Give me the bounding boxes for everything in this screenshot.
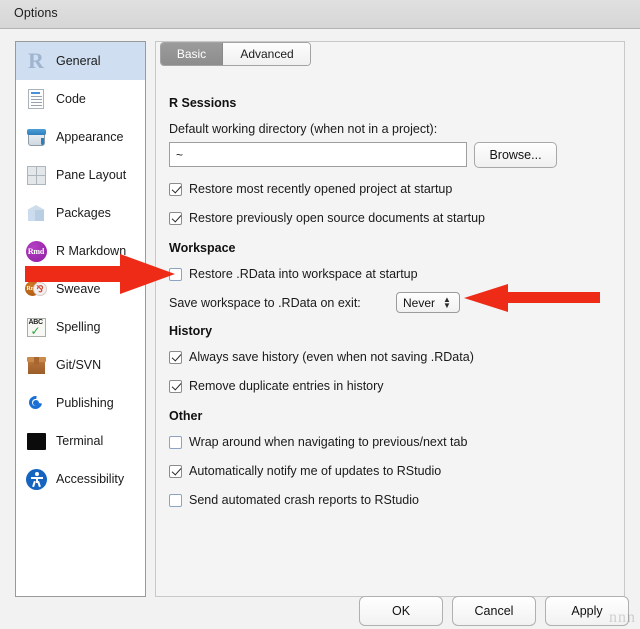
checkbox-row-always-save-history[interactable]: Always save history (even when not savin… xyxy=(169,350,474,364)
checkbox-label: Restore previously open source documents… xyxy=(189,211,485,225)
checkbox-row-restore-source-docs[interactable]: Restore previously open source documents… xyxy=(169,211,485,225)
sidebar-item-label: Appearance xyxy=(56,130,124,144)
watermark: nnn xyxy=(609,609,636,626)
sidebar-item-label: Pane Layout xyxy=(56,168,127,182)
working-directory-input[interactable] xyxy=(169,142,467,167)
accessibility-icon xyxy=(25,468,47,490)
checkbox-row-restore-project[interactable]: Restore most recently opened project at … xyxy=(169,182,452,196)
tab-basic[interactable]: Basic xyxy=(161,43,223,65)
checkbox-label: Wrap around when navigating to previous/… xyxy=(189,435,468,449)
sidebar-item-publishing[interactable]: Publishing xyxy=(16,384,145,422)
restore-recent-project-checkbox[interactable] xyxy=(169,182,182,196)
ok-button[interactable]: OK xyxy=(359,596,443,626)
sidebar-item-code[interactable]: Code xyxy=(16,80,145,118)
cancel-button[interactable]: Cancel xyxy=(452,596,536,626)
checkbox-label: Remove duplicate entries in history xyxy=(189,379,384,393)
sidebar-item-terminal[interactable]: Terminal xyxy=(16,422,145,460)
sidebar-item-label: General xyxy=(56,54,101,68)
sidebar-item-accessibility[interactable]: Accessibility xyxy=(16,460,145,498)
options-dialog-body: R General Code Appearance Pane Layout Pa… xyxy=(0,29,640,629)
sidebar-item-label: Terminal xyxy=(56,434,104,448)
sidebar-item-git-svn[interactable]: Git/SVN xyxy=(16,346,145,384)
checkbox-row-remove-duplicate-history[interactable]: Remove duplicate entries in history xyxy=(169,379,384,393)
rmd-badge-icon: Rmd xyxy=(25,240,47,262)
checkbox-row-crash-reports[interactable]: Send automated crash reports to RStudio xyxy=(169,493,419,507)
sidebar-item-label: Git/SVN xyxy=(56,358,102,372)
checkbox-row-notify-updates[interactable]: Automatically notify me of updates to RS… xyxy=(169,464,441,478)
checkbox-label: Restore most recently opened project at … xyxy=(189,182,453,196)
options-category-sidebar[interactable]: R General Code Appearance Pane Layout Pa… xyxy=(15,41,146,597)
sidebar-item-general[interactable]: R General xyxy=(16,42,145,80)
abc-spellcheck-icon: ABC ✓ xyxy=(25,316,47,338)
checkbox-label: Automatically notify me of updates to RS… xyxy=(189,464,442,478)
options-content-panel: R Sessions Default working directory (wh… xyxy=(155,41,625,597)
always-save-history-checkbox[interactable] xyxy=(169,350,182,364)
sidebar-item-packages[interactable]: Packages xyxy=(16,194,145,232)
r-logo-icon: R xyxy=(28,48,44,73)
git-box-icon xyxy=(25,354,47,376)
paint-bucket-icon xyxy=(25,126,47,148)
section-heading-history: History xyxy=(169,324,213,338)
sidebar-item-label: Publishing xyxy=(56,396,114,410)
sweave-pdf-icon: Rnw⅋ xyxy=(25,278,47,300)
terminal-icon xyxy=(25,430,47,452)
sidebar-item-appearance[interactable]: Appearance xyxy=(16,118,145,156)
sidebar-item-label: R Markdown xyxy=(56,244,127,258)
window-title: Options xyxy=(14,6,58,20)
sidebar-item-label: Spelling xyxy=(56,320,101,334)
package-box-icon xyxy=(25,202,47,224)
save-workspace-selected-value: Never xyxy=(403,295,436,310)
code-document-icon xyxy=(25,88,47,110)
sidebar-item-label: Accessibility xyxy=(56,472,125,486)
sidebar-item-label: Sweave xyxy=(56,282,101,296)
checkbox-label: Send automated crash reports to RStudio xyxy=(189,493,419,507)
working-directory-label: Default working directory (when not in a… xyxy=(169,122,438,136)
section-heading-r-sessions: R Sessions xyxy=(169,96,237,110)
save-workspace-label: Save workspace to .RData on exit: xyxy=(169,296,361,310)
sidebar-item-label: Packages xyxy=(56,206,111,220)
sidebar-item-sweave[interactable]: Rnw⅋ Sweave xyxy=(16,270,145,308)
tab-advanced[interactable]: Advanced xyxy=(223,43,310,65)
checkbox-label: Always save history (even when not savin… xyxy=(189,350,474,364)
section-heading-workspace: Workspace xyxy=(169,241,236,255)
save-workspace-select[interactable]: Never ▲ ▼ xyxy=(396,292,460,313)
notify-updates-checkbox[interactable] xyxy=(169,464,182,478)
pane-layout-icon xyxy=(25,164,47,186)
restore-source-documents-checkbox[interactable] xyxy=(169,211,182,225)
section-heading-other: Other xyxy=(169,409,203,423)
restore-rdata-checkbox[interactable] xyxy=(169,267,182,281)
publishing-icon xyxy=(25,392,47,414)
sidebar-item-label: Code xyxy=(56,92,86,106)
settings-tab-switcher[interactable]: Basic Advanced xyxy=(160,42,311,66)
remove-duplicate-history-checkbox[interactable] xyxy=(169,379,182,393)
window-titlebar: Options xyxy=(0,0,640,29)
stepper-arrows-icon[interactable]: ▲ ▼ xyxy=(443,295,451,309)
wrap-around-tabs-checkbox[interactable] xyxy=(169,435,182,449)
checkbox-row-wrap-around-tabs[interactable]: Wrap around when navigating to previous/… xyxy=(169,435,467,449)
sidebar-item-r-markdown[interactable]: Rmd R Markdown xyxy=(16,232,145,270)
crash-reports-checkbox[interactable] xyxy=(169,493,182,507)
browse-button[interactable]: Browse... xyxy=(474,142,557,168)
sidebar-item-spelling[interactable]: ABC ✓ Spelling xyxy=(16,308,145,346)
checkbox-label: Restore .RData into workspace at startup xyxy=(189,267,418,281)
checkbox-row-restore-rdata[interactable]: Restore .RData into workspace at startup xyxy=(169,267,418,281)
sidebar-item-pane-layout[interactable]: Pane Layout xyxy=(16,156,145,194)
